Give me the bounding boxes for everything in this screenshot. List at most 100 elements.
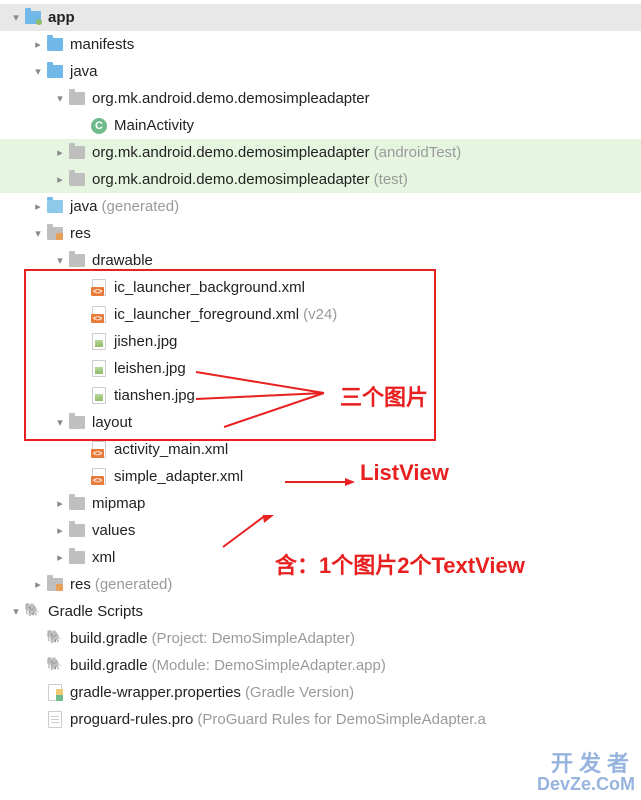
node-label: leishen.jpg: [114, 360, 186, 377]
properties-file-icon: [46, 684, 64, 702]
node-label: manifests: [70, 36, 134, 53]
image-file-icon: [90, 333, 108, 351]
class-icon: C: [90, 117, 108, 135]
tree-node-file[interactable]: jishen.jpg: [0, 328, 641, 355]
tree-node-file[interactable]: proguard-rules.pro (ProGuard Rules for D…: [0, 706, 641, 733]
node-label: gradle-wrapper.properties: [70, 684, 241, 701]
node-hint: (v24): [303, 306, 337, 323]
folder-icon: [68, 549, 86, 567]
gradle-file-icon: [46, 630, 64, 648]
tree-node-gradle-scripts[interactable]: ▾ Gradle Scripts: [0, 598, 641, 625]
res-folder-icon: [46, 576, 64, 594]
tree-node-drawable[interactable]: ▾ drawable: [0, 247, 641, 274]
node-label: drawable: [92, 252, 153, 269]
chevron-right-icon[interactable]: ▸: [30, 38, 46, 51]
node-hint: (androidTest): [374, 144, 462, 161]
node-label: java: [70, 198, 98, 215]
tree-node-java[interactable]: ▾ java: [0, 58, 641, 85]
node-label: mipmap: [92, 495, 145, 512]
chevron-right-icon[interactable]: ▸: [52, 524, 68, 537]
node-label: org.mk.android.demo.demosimpleadapter: [92, 90, 370, 107]
folder-icon: [46, 36, 64, 54]
tree-node-file[interactable]: build.gradle (Project: DemoSimpleAdapter…: [0, 625, 641, 652]
tree-node-file[interactable]: ic_launcher_foreground.xml (v24): [0, 301, 641, 328]
tree-node-file[interactable]: build.gradle (Module: DemoSimpleAdapter.…: [0, 652, 641, 679]
tree-node-mainactivity[interactable]: C MainActivity: [0, 112, 641, 139]
tree-node-res[interactable]: ▾ res: [0, 220, 641, 247]
watermark-line2: DevZe.CoM: [537, 775, 635, 794]
node-label: res: [70, 576, 91, 593]
file-icon: [46, 711, 64, 729]
tree-node-res-generated[interactable]: ▸ res (generated): [0, 571, 641, 598]
node-label: ic_launcher_background.xml: [114, 279, 305, 296]
chevron-down-icon[interactable]: ▾: [8, 605, 24, 618]
node-label: xml: [92, 549, 115, 566]
tree-node-manifests[interactable]: ▸ manifests: [0, 31, 641, 58]
xml-file-icon: [90, 279, 108, 297]
tree-node-file[interactable]: gradle-wrapper.properties (Gradle Versio…: [0, 679, 641, 706]
image-file-icon: [90, 387, 108, 405]
gradle-icon: [24, 603, 42, 621]
tree-node-values[interactable]: ▸ values: [0, 517, 641, 544]
res-folder-icon: [46, 225, 64, 243]
node-label: proguard-rules.pro: [70, 711, 193, 728]
chevron-down-icon[interactable]: ▾: [52, 254, 68, 267]
node-label: Gradle Scripts: [48, 603, 143, 620]
node-label: simple_adapter.xml: [114, 468, 243, 485]
chevron-down-icon[interactable]: ▾: [8, 11, 24, 24]
tree-node-package-main[interactable]: ▾ org.mk.android.demo.demosimpleadapter: [0, 85, 641, 112]
chevron-down-icon[interactable]: ▾: [30, 227, 46, 240]
folder-icon: [46, 63, 64, 81]
chevron-down-icon[interactable]: ▾: [52, 416, 68, 429]
chevron-right-icon[interactable]: ▸: [30, 200, 46, 213]
package-icon: [68, 144, 86, 162]
node-label: app: [48, 9, 75, 26]
tree-node-layout[interactable]: ▾ layout: [0, 409, 641, 436]
tree-node-java-generated[interactable]: ▸ java (generated): [0, 193, 641, 220]
node-label: activity_main.xml: [114, 441, 228, 458]
watermark: 开发者 DevZe.CoM: [537, 752, 635, 794]
node-label: org.mk.android.demo.demosimpleadapter: [92, 171, 370, 188]
node-label: jishen.jpg: [114, 333, 177, 350]
tree-node-mipmap[interactable]: ▸ mipmap: [0, 490, 641, 517]
node-label: ic_launcher_foreground.xml: [114, 306, 299, 323]
node-label: tianshen.jpg: [114, 387, 195, 404]
node-label: layout: [92, 414, 132, 431]
folder-icon: [68, 522, 86, 540]
chevron-down-icon[interactable]: ▾: [52, 92, 68, 105]
node-label: res: [70, 225, 91, 242]
node-hint: (Project: DemoSimpleAdapter): [152, 630, 355, 647]
tree-node-file[interactable]: leishen.jpg: [0, 355, 641, 382]
folder-icon: [68, 414, 86, 432]
project-tree[interactable]: ▾ app ▸ manifests ▾ java ▾ org.mk.androi…: [0, 0, 641, 737]
xml-file-icon: [90, 468, 108, 486]
chevron-down-icon[interactable]: ▾: [30, 65, 46, 78]
folder-icon: [68, 252, 86, 270]
module-folder-icon: [24, 9, 42, 27]
image-file-icon: [90, 360, 108, 378]
tree-node-file[interactable]: activity_main.xml: [0, 436, 641, 463]
tree-node-package-androidtest[interactable]: ▸ org.mk.android.demo.demosimpleadapter …: [0, 139, 641, 166]
generated-folder-icon: [46, 198, 64, 216]
node-label: values: [92, 522, 135, 539]
node-label: build.gradle: [70, 630, 148, 647]
xml-file-icon: [90, 306, 108, 324]
tree-node-file[interactable]: simple_adapter.xml: [0, 463, 641, 490]
chevron-right-icon[interactable]: ▸: [30, 578, 46, 591]
tree-node-file[interactable]: tianshen.jpg: [0, 382, 641, 409]
tree-node-app[interactable]: ▾ app: [0, 4, 641, 31]
chevron-right-icon[interactable]: ▸: [52, 173, 68, 186]
node-label: java: [70, 63, 98, 80]
chevron-right-icon[interactable]: ▸: [52, 146, 68, 159]
node-hint: (generated): [95, 576, 173, 593]
node-hint: (Module: DemoSimpleAdapter.app): [152, 657, 386, 674]
tree-node-file[interactable]: ic_launcher_background.xml: [0, 274, 641, 301]
tree-node-xml[interactable]: ▸ xml: [0, 544, 641, 571]
package-icon: [68, 171, 86, 189]
package-icon: [68, 90, 86, 108]
chevron-right-icon[interactable]: ▸: [52, 551, 68, 564]
tree-node-package-test[interactable]: ▸ org.mk.android.demo.demosimpleadapter …: [0, 166, 641, 193]
chevron-right-icon[interactable]: ▸: [52, 497, 68, 510]
folder-icon: [68, 495, 86, 513]
node-hint: (Gradle Version): [245, 684, 354, 701]
